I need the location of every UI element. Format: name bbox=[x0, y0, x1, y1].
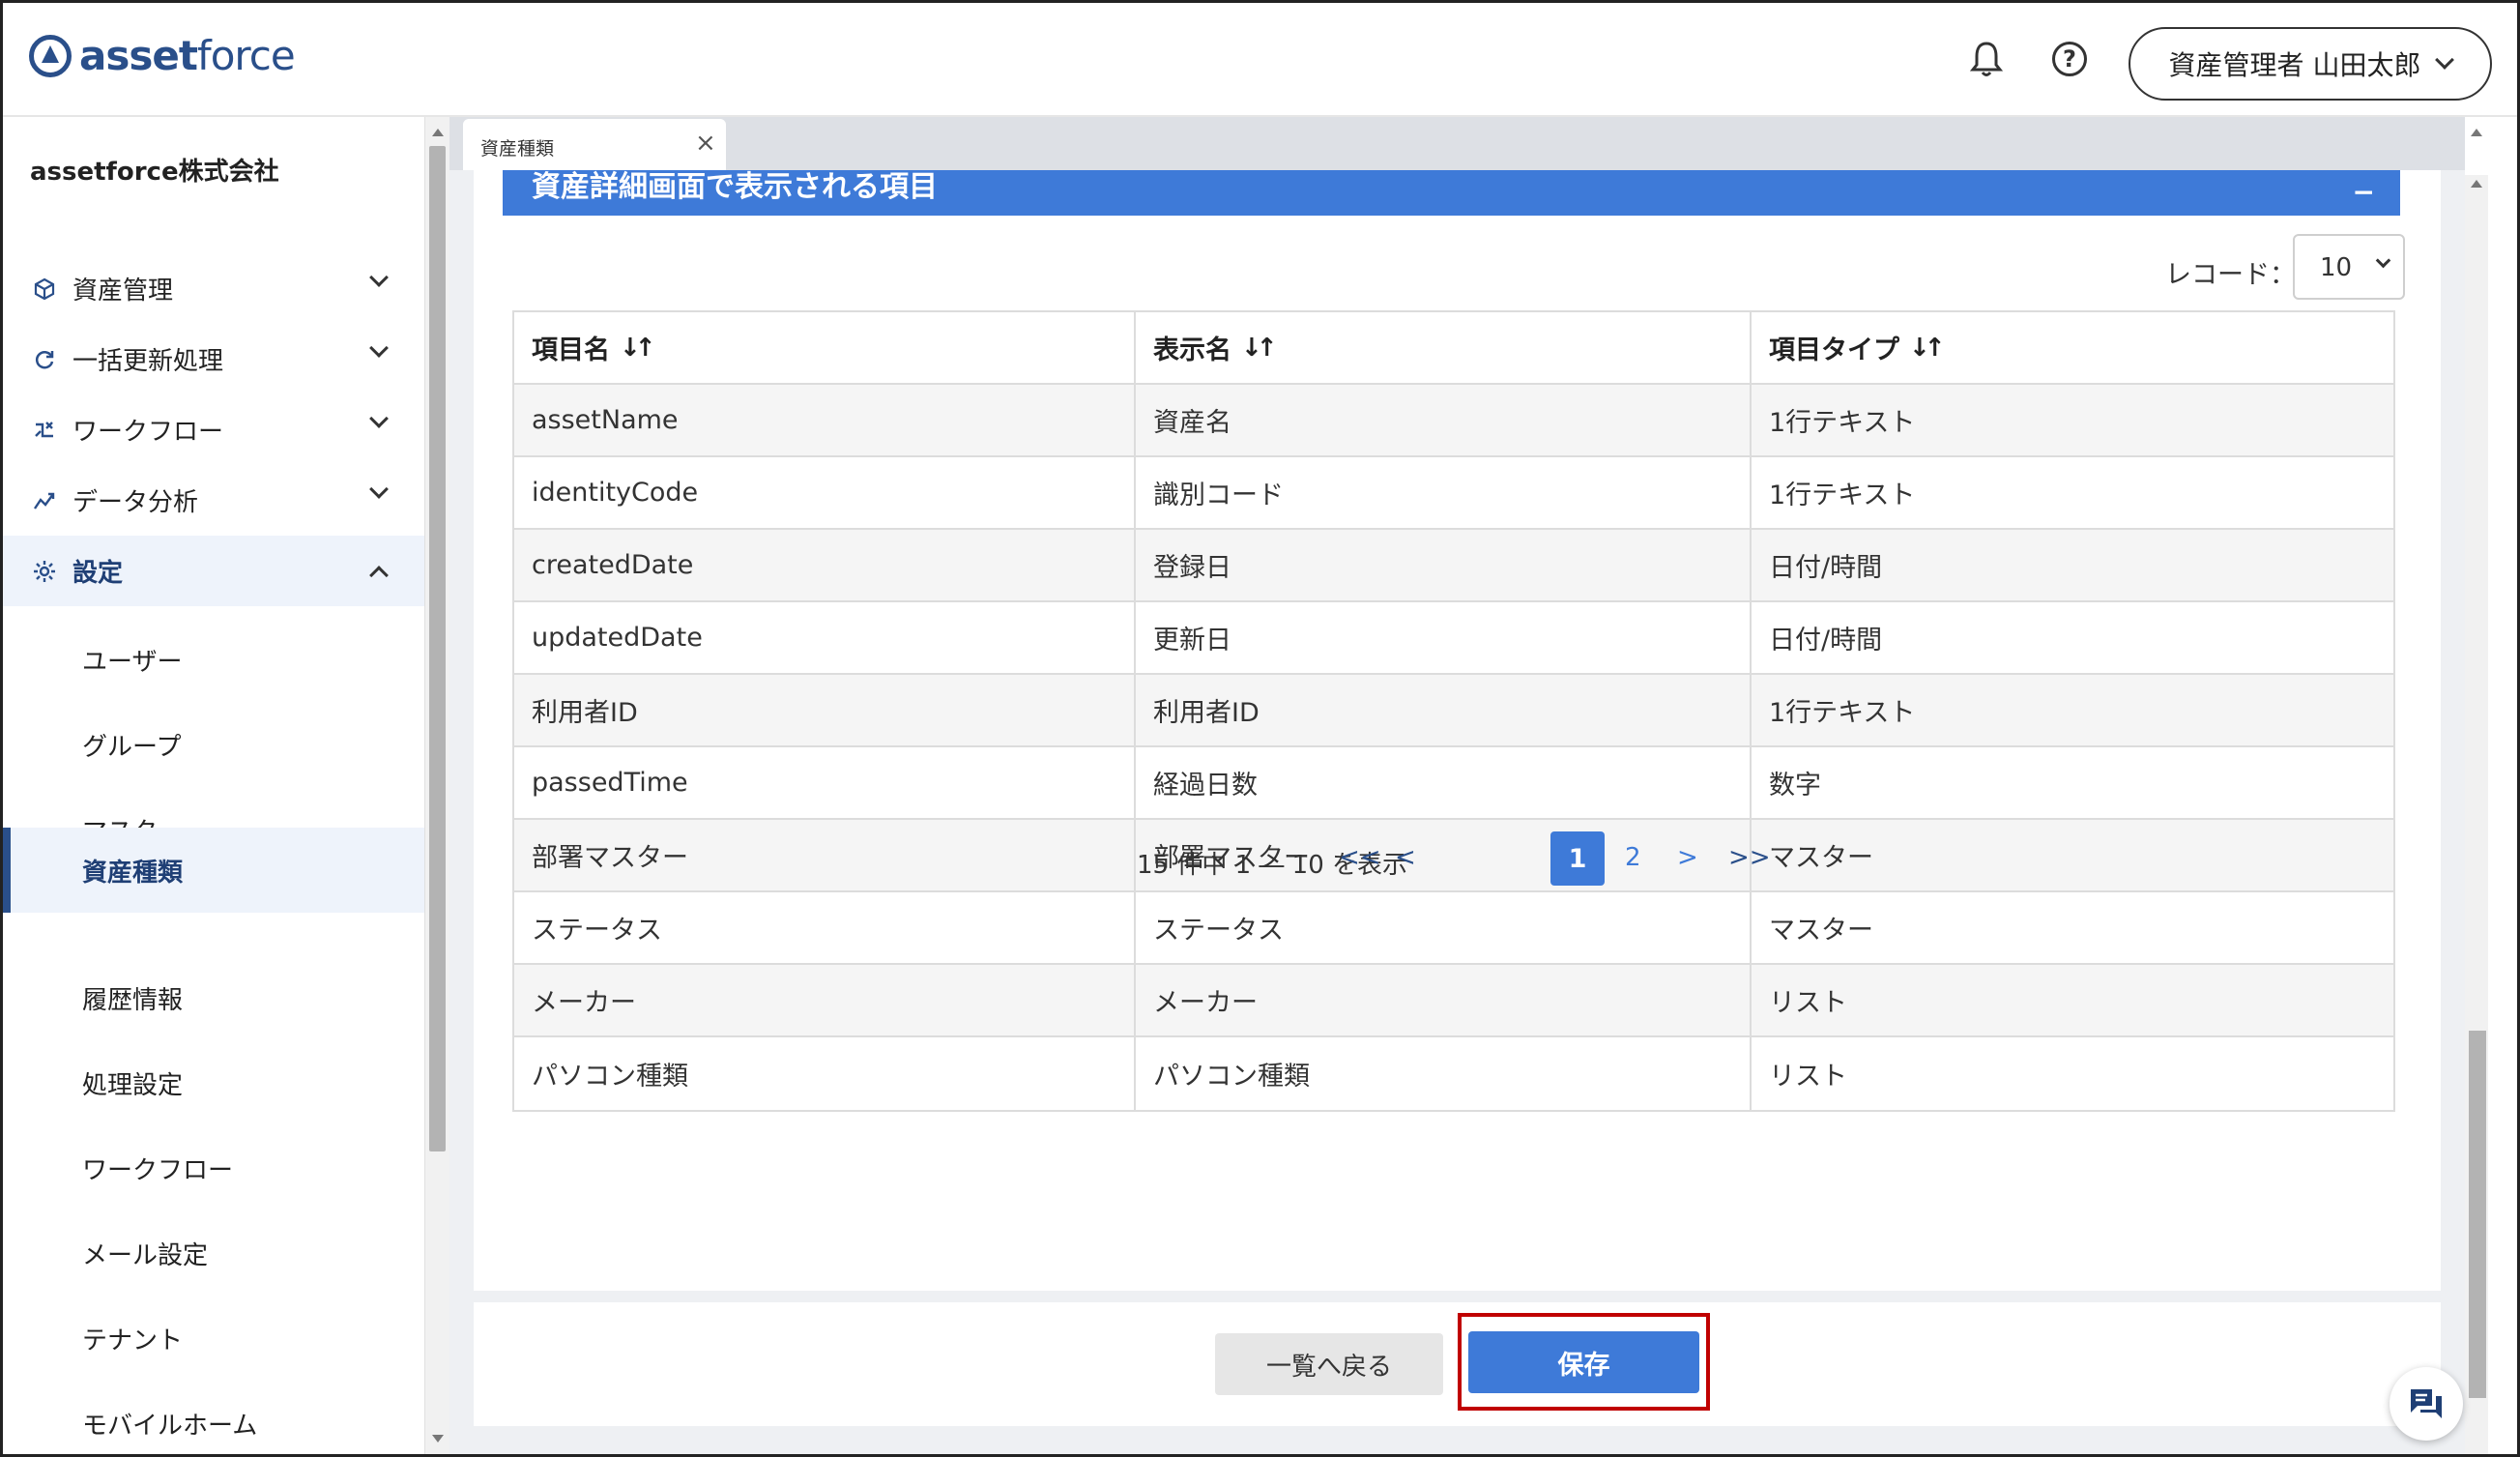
items-table: 項目名 ↓↑ 表示名 ↓↑ 項目タイプ ↓↑ assetName 資産名 1行テキスト i… bbox=[512, 310, 2395, 1112]
main-scroll-thumb[interactable] bbox=[2469, 1031, 2486, 1398]
cube-icon bbox=[32, 277, 57, 302]
table-row[interactable]: パソコン種類 パソコン種類 リスト bbox=[514, 1037, 2393, 1110]
detail-panel: 資産詳細画面で表示される項目 − レコード： 10 項目名 ↓↑ 表示名 ↓↑ 項目… bbox=[474, 170, 2441, 1396]
next-page-button[interactable]: > bbox=[1677, 843, 1698, 872]
last-page-button[interactable]: >> bbox=[1728, 843, 1771, 872]
sidebar-item-tenant[interactable]: テナント bbox=[3, 1296, 424, 1381]
chevron-up-icon bbox=[369, 566, 389, 585]
first-page-button[interactable]: << bbox=[1339, 843, 1381, 872]
assetforce-logo[interactable]: assetforce bbox=[29, 32, 296, 79]
sidebar-item-groups[interactable]: グループ bbox=[3, 702, 424, 787]
chat-button[interactable] bbox=[2390, 1367, 2463, 1441]
table-row[interactable]: updatedDate 更新日 日付/時間 bbox=[514, 602, 2393, 675]
column-header-item-type[interactable]: 項目タイプ ↓↑ bbox=[1752, 312, 2393, 383]
collapse-icon[interactable]: − bbox=[2353, 176, 2375, 208]
nav-asset-management[interactable]: 資産管理 bbox=[3, 253, 424, 324]
scroll-up-arrow-icon[interactable] bbox=[2471, 180, 2482, 188]
table-row[interactable]: identityCode 識別コード 1行テキスト bbox=[514, 457, 2393, 530]
company-name: assetforce株式会社 bbox=[30, 158, 279, 187]
bell-icon[interactable] bbox=[1967, 40, 2006, 78]
nav-data-analysis[interactable]: データ分析 bbox=[3, 465, 424, 536]
prev-page-button[interactable]: < bbox=[1395, 843, 1416, 872]
scroll-up-arrow-icon[interactable] bbox=[432, 129, 444, 136]
scroll-down-arrow-icon[interactable] bbox=[432, 1435, 444, 1442]
gear-icon bbox=[32, 559, 57, 584]
sort-icon[interactable]: ↓↑ bbox=[1909, 334, 1945, 363]
sidebar-item-history[interactable]: 履歴情報 bbox=[3, 955, 424, 1040]
table-row[interactable]: メーカー メーカー リスト bbox=[514, 965, 2393, 1037]
sidebar-item-asset-types[interactable]: 資産種類 bbox=[3, 828, 424, 913]
save-button[interactable]: 保存 bbox=[1468, 1331, 1699, 1393]
chevron-down-icon bbox=[369, 480, 389, 499]
sidebar-item-workflow[interactable]: ワークフロー bbox=[3, 1125, 424, 1210]
chevron-down-icon bbox=[369, 409, 389, 428]
logo-text: assetforce bbox=[79, 32, 296, 79]
sort-icon[interactable]: ↓↑ bbox=[620, 334, 655, 363]
scroll-up-arrow-icon[interactable] bbox=[2471, 129, 2482, 136]
chat-icon bbox=[2411, 1389, 2442, 1418]
table-row[interactable]: passedTime 経過日数 数字 bbox=[514, 747, 2393, 820]
help-icon[interactable]: ? bbox=[2050, 40, 2089, 78]
sidebar-item-mail-settings[interactable]: メール設定 bbox=[3, 1210, 424, 1296]
page-2-button[interactable]: 2 bbox=[1625, 843, 1641, 872]
table-row[interactable]: ステータス ステータス マスター bbox=[514, 892, 2393, 965]
section-header[interactable]: 資産詳細画面で表示される項目 − bbox=[503, 170, 2400, 216]
nav-bulk-update[interactable]: 一括更新処理 bbox=[3, 324, 424, 394]
column-header-display-name[interactable]: 表示名 ↓↑ bbox=[1136, 312, 1752, 383]
logo-mark-icon bbox=[29, 34, 72, 77]
sidebar-item-users[interactable]: ユーザー bbox=[3, 617, 424, 702]
sidebar: assetforce株式会社 資産管理 一括更新処理 ワークフロー データ分析 … bbox=[3, 117, 425, 1454]
close-icon[interactable]: × bbox=[695, 131, 716, 156]
user-name: 資産管理者 山田太郎 bbox=[2168, 49, 2421, 81]
main-scrollbar[interactable] bbox=[2465, 117, 2517, 1454]
workflow-icon bbox=[32, 418, 57, 443]
chevron-down-icon bbox=[369, 268, 389, 287]
sidebar-scrollbar[interactable] bbox=[425, 117, 449, 1454]
records-per-page-select[interactable]: 10 bbox=[2293, 234, 2405, 300]
sidebar-item-process-settings[interactable]: 処理設定 bbox=[3, 1040, 424, 1125]
user-menu-button[interactable]: 資産管理者 山田太郎 bbox=[2129, 27, 2492, 101]
pagination: 15 件中 1 ― 10 を表示 << < 1 2 > >> bbox=[474, 831, 2441, 889]
analytics-icon bbox=[32, 488, 57, 513]
sidebar-scroll-thumb[interactable] bbox=[429, 146, 446, 1151]
table-row[interactable]: createdDate 登録日 日付/時間 bbox=[514, 530, 2393, 602]
table-header-row: 項目名 ↓↑ 表示名 ↓↑ 項目タイプ ↓↑ bbox=[514, 312, 2393, 385]
column-header-item-name[interactable]: 項目名 ↓↑ bbox=[514, 312, 1136, 383]
chevron-down-icon bbox=[369, 338, 389, 358]
chevron-down-icon bbox=[2375, 252, 2391, 269]
records-label: レコード： bbox=[2165, 260, 2296, 290]
table-row[interactable]: 利用者ID 利用者ID 1行テキスト bbox=[514, 675, 2393, 747]
sort-icon[interactable]: ↓↑ bbox=[1241, 334, 1277, 363]
section-title: 資産詳細画面で表示される項目 bbox=[532, 170, 938, 204]
nav-settings[interactable]: 設定 bbox=[3, 536, 424, 606]
nav-workflow[interactable]: ワークフロー bbox=[3, 394, 424, 465]
top-header: assetforce ? 資産管理者 山田太郎 bbox=[3, 3, 2517, 117]
sidebar-item-mobile-home[interactable]: モバイルホーム bbox=[3, 1381, 424, 1454]
main-content: 資産種類 × 資産詳細画面で表示される項目 − レコード： 10 項目名 ↓↑ 表… bbox=[449, 117, 2465, 1454]
chevron-down-icon bbox=[2435, 50, 2455, 70]
current-page-button[interactable]: 1 bbox=[1550, 831, 1605, 886]
table-row[interactable]: assetName 資産名 1行テキスト bbox=[514, 385, 2393, 457]
refresh-icon bbox=[32, 347, 57, 372]
back-to-list-button[interactable]: 一覧へ戻る bbox=[1215, 1333, 1443, 1395]
